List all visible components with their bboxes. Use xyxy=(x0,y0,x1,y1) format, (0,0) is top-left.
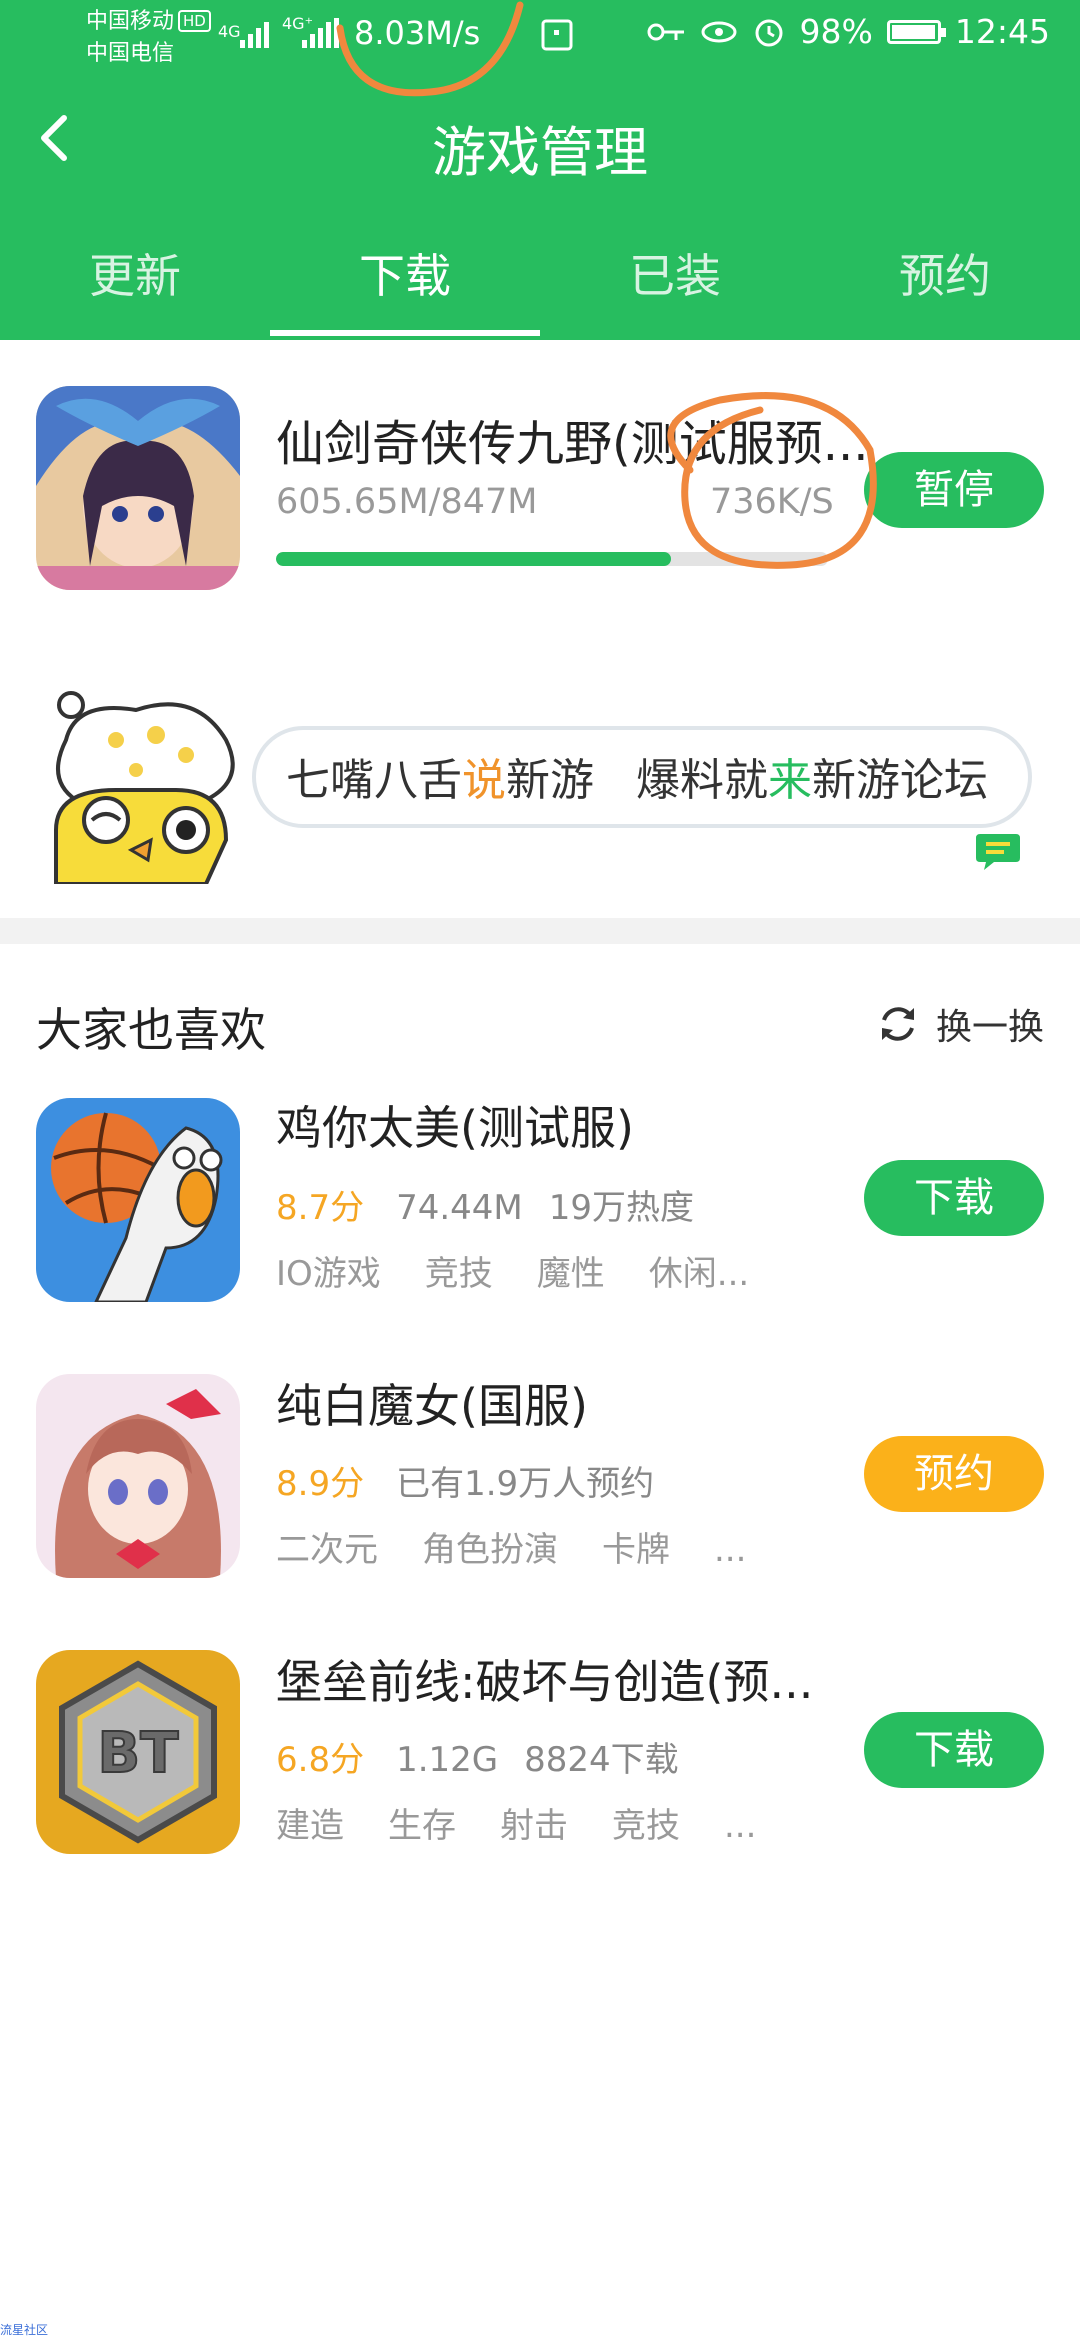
mascot-chick-icon xyxy=(54,691,235,884)
rec-size-1: 74.44M xyxy=(396,1188,523,1228)
banner-text-1: 七嘴八舌 xyxy=(286,755,462,806)
refresh-button[interactable]: 换一换 xyxy=(876,998,1044,1050)
notification-icon xyxy=(541,19,573,51)
tab-reserved[interactable]: 预约 xyxy=(810,240,1080,336)
pause-button[interactable]: 暂停 xyxy=(864,452,1044,528)
carrier-info: 中国移动 HD 中国电信 xyxy=(86,6,211,70)
refresh-icon xyxy=(881,1007,914,1041)
rec-tag: 生存 xyxy=(388,1806,456,1846)
download-game-name: 仙剑奇侠传九野(测试服预... xyxy=(276,416,869,472)
refresh-label: 换一换 xyxy=(935,1007,1044,1048)
rec-downloads-3: 8824下载 xyxy=(524,1740,679,1780)
rec-tag: ... xyxy=(724,1806,757,1846)
hd-badge: HD xyxy=(178,10,211,32)
section-title: 大家也喜欢 xyxy=(36,1003,266,1057)
signal-icon-2 xyxy=(302,18,339,48)
game-icon-xianjian[interactable] xyxy=(36,386,240,590)
rec-tags-3: 建造 生存 射击 竞技... xyxy=(276,1798,800,1847)
rec-heat-1: 19万热度 xyxy=(548,1188,695,1228)
rec-tags-1: IO游戏 竞技 魔性 休闲... xyxy=(276,1246,793,1295)
rec-tag: 二次元 xyxy=(276,1530,378,1570)
rec-tag: 建造 xyxy=(276,1806,344,1846)
battery-percent: 98% xyxy=(799,12,873,51)
game-icon-jinitaimei[interactable] xyxy=(36,1098,240,1302)
battery-icon xyxy=(886,19,946,44)
rec-score-2: 8.9分 xyxy=(276,1464,365,1504)
eye-icon xyxy=(701,21,737,42)
signal-icon xyxy=(240,22,269,48)
download-size: 605.65M/847M xyxy=(276,482,538,522)
download-progress-fill xyxy=(276,552,671,566)
rec-tag: 卡牌 xyxy=(602,1530,670,1570)
clock: 12:45 xyxy=(954,12,1050,51)
rec-score-3: 6.8分 xyxy=(276,1740,365,1780)
section-divider xyxy=(0,918,1080,944)
svg-text:BT: BT xyxy=(98,1721,179,1786)
carrier-1: 中国移动 xyxy=(86,9,175,34)
key-icon xyxy=(647,23,684,40)
alarm-icon xyxy=(755,19,783,46)
rec-game-name-3: 堡垒前线:破坏与创造(预... xyxy=(276,1655,814,1709)
banner-text-2: 新游 xyxy=(506,755,594,806)
banner-highlight-2: 来 xyxy=(767,755,812,806)
tab-installed[interactable]: 已装 xyxy=(540,240,810,336)
download-button-3[interactable]: 下载 xyxy=(864,1712,1044,1788)
rec-game-name-1: 鸡你太美(测试服) xyxy=(276,1101,634,1155)
rec-reserve-count-2: 已有1.9万人预约 xyxy=(396,1464,655,1504)
rec-game-name-2: 纯白魔女(国服) xyxy=(276,1379,588,1433)
banner-text-3: 爆料就 xyxy=(635,755,768,806)
download-button-1[interactable]: 下载 xyxy=(864,1160,1044,1236)
rec-meta-1: 8.7分 74.44M 19万热度 xyxy=(276,1180,720,1229)
rec-tag: 魔性 xyxy=(536,1254,605,1294)
rec-tags-2: 二次元 角色扮演 卡牌... xyxy=(276,1522,790,1571)
watermark: 流星社区 xyxy=(0,2323,49,2337)
rec-tag: ... xyxy=(714,1530,747,1570)
rec-score-1: 8.7分 xyxy=(276,1188,365,1228)
carrier-2: 中国电信 xyxy=(86,41,175,66)
rec-tag: 角色扮演 xyxy=(422,1530,558,1570)
rec-meta-3: 6.8分 1.12G 8824下载 xyxy=(276,1732,705,1781)
forum-banner[interactable]: 七嘴八舌说新游 爆料就来新游论坛 xyxy=(252,726,1032,828)
tab-update[interactable]: 更新 xyxy=(0,240,270,336)
reserve-button-2[interactable]: 预约 xyxy=(864,1436,1044,1512)
download-speed: 736K/S xyxy=(710,482,834,522)
chat-bubble-icon xyxy=(976,834,1020,870)
game-icon-chunbaimonv[interactable] xyxy=(36,1374,240,1578)
network-speed: 8.03M/s xyxy=(354,14,481,52)
game-icon-baoleiqianxian[interactable]: BT xyxy=(36,1650,240,1854)
page-title: 游戏管理 xyxy=(432,121,648,184)
tab-bar: 更新 下载 已装 预约 xyxy=(0,240,1080,336)
rec-tag: IO游戏 xyxy=(276,1254,381,1294)
rec-meta-2: 8.9分 已有1.9万人预约 xyxy=(276,1456,680,1505)
status-right: 98% 12:45 xyxy=(646,12,1050,51)
rec-tag: 休闲... xyxy=(648,1254,750,1294)
rec-tag: 射击 xyxy=(500,1806,568,1846)
banner-highlight-1: 说 xyxy=(462,755,506,806)
banner-text-4: 新游论坛 xyxy=(811,755,988,806)
battery-level xyxy=(891,24,935,39)
tab-download[interactable]: 下载 xyxy=(270,240,540,336)
status-bar: 中国移动 HD 中国电信 4G 4G⁺ 8.03M/s 98% 12:45 xyxy=(0,0,1080,72)
rec-tag: 竞技 xyxy=(612,1806,680,1846)
download-progress-bar xyxy=(276,552,828,566)
rec-tag: 竞技 xyxy=(424,1254,493,1294)
rec-size-3: 1.12G xyxy=(396,1740,499,1780)
